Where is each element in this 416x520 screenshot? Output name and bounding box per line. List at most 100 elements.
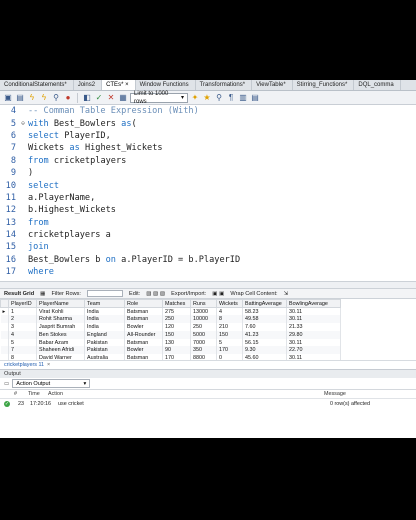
table-cell[interactable]: Pakistan bbox=[84, 338, 125, 347]
code-line[interactable]: 13 from bbox=[0, 217, 416, 229]
code-line[interactable]: 6 select PlayerID, bbox=[0, 130, 416, 142]
table-cell[interactable]: All-Rounder bbox=[124, 330, 163, 339]
export-icon[interactable]: ▣ ▣ bbox=[212, 291, 224, 297]
table-row[interactable]: 7 Shaheen Afridi Pakistan Bowler 90 350 170 9.3… bbox=[0, 346, 341, 355]
table-cell[interactable]: 30.11 bbox=[286, 338, 341, 347]
table-cell[interactable]: 30.11 bbox=[286, 307, 341, 316]
tab-7[interactable]: DQL_comma bbox=[354, 80, 401, 90]
output-type-select[interactable]: Action Output ▾ bbox=[12, 379, 91, 388]
column-header[interactable]: PlayerID bbox=[8, 299, 37, 308]
table-row[interactable]: 5 Babar Azam Pakistan Batsman 130 7000 5 56.15 3… bbox=[0, 338, 341, 347]
table-cell[interactable]: 22.70 bbox=[286, 346, 341, 355]
beautify-icon[interactable]: ✦ bbox=[190, 93, 200, 103]
find-icon[interactable]: ⚲ bbox=[214, 93, 224, 103]
cancel-icon[interactable]: ✕ bbox=[106, 93, 116, 103]
folder-icon[interactable]: ▣ bbox=[3, 93, 13, 103]
table-cell[interactable]: England bbox=[84, 330, 125, 339]
table-cell[interactable]: 250 bbox=[162, 315, 191, 324]
stop-icon[interactable]: ● bbox=[63, 93, 73, 103]
tab-0[interactable]: ConditionalStatements* bbox=[0, 80, 74, 90]
table-cell[interactable]: 170 bbox=[162, 354, 191, 360]
comment-icon[interactable]: ¶ bbox=[226, 93, 236, 103]
table-cell[interactable]: 8 bbox=[8, 354, 37, 360]
tab-1[interactable]: Joins2 bbox=[74, 80, 103, 90]
wrap-icon[interactable]: ▥ bbox=[238, 93, 248, 103]
column-header[interactable]: Role bbox=[124, 299, 163, 308]
bolt-icon[interactable]: ϟ bbox=[27, 93, 37, 103]
edit-icon[interactable]: ▧ ▧ ▧ bbox=[146, 291, 165, 297]
table-cell[interactable]: Jasprit Bumrah bbox=[36, 323, 85, 331]
table-cell[interactable]: Babar Azam bbox=[36, 338, 85, 347]
table-cell[interactable]: 30.11 bbox=[286, 354, 341, 360]
autocommit-icon[interactable]: ▦ bbox=[118, 93, 128, 103]
table-cell[interactable]: Australia bbox=[84, 354, 125, 360]
tab-5[interactable]: ViewTable* bbox=[252, 80, 293, 90]
filter-rows-input[interactable] bbox=[86, 290, 123, 297]
table-cell[interactable]: Batsman bbox=[124, 354, 163, 360]
table-cell[interactable]: 350 bbox=[190, 346, 217, 355]
code-line[interactable]: 11 a.PlayerName, bbox=[0, 192, 416, 204]
table-cell[interactable]: Ben Stokes bbox=[36, 330, 85, 339]
table-cell[interactable]: 1 bbox=[8, 307, 37, 316]
table-cell[interactable]: 90 bbox=[162, 346, 191, 355]
table-icon[interactable]: ▤ bbox=[250, 93, 260, 103]
table-cell[interactable]: 13000 bbox=[190, 307, 217, 316]
table-cell[interactable]: 29.80 bbox=[286, 330, 341, 339]
table-row[interactable]: 4 Ben Stokes England All-Rounder 150 5000 150 4… bbox=[0, 330, 341, 339]
table-cell[interactable]: 5 bbox=[216, 338, 243, 347]
column-header[interactable]: PlayerName bbox=[36, 299, 85, 308]
code-line[interactable]: 7 Wickets as Highest_Wickets bbox=[0, 142, 416, 154]
save-icon[interactable]: ▤ bbox=[15, 93, 25, 103]
table-cell[interactable]: Rohit Sharma bbox=[36, 315, 85, 324]
fold-icon[interactable]: ⊖ bbox=[18, 120, 28, 127]
table-cell[interactable]: 150 bbox=[216, 330, 243, 339]
editor-splitter[interactable] bbox=[0, 281, 416, 289]
column-header[interactable]: Runs bbox=[190, 299, 217, 308]
close-tab-icon[interactable]: × bbox=[123, 82, 129, 88]
table-cell[interactable]: 21.33 bbox=[286, 323, 341, 331]
table-cell[interactable]: 170 bbox=[216, 346, 243, 355]
table-row[interactable]: 8 David Warner Australia Batsman 170 8800 0 45.… bbox=[0, 354, 341, 360]
bolt-cursor-icon[interactable]: ϟ bbox=[39, 93, 49, 103]
table-cell[interactable]: 4 bbox=[8, 330, 37, 339]
wrap-toggle-icon[interactable]: ⇲ bbox=[284, 291, 289, 297]
code-line[interactable]: 10 select bbox=[0, 179, 416, 191]
search-icon[interactable]: ⚲ bbox=[51, 93, 61, 103]
table-cell[interactable]: Shaheen Afridi bbox=[36, 346, 85, 355]
table-cell[interactable]: 5 bbox=[8, 338, 37, 347]
table-cell[interactable]: 10000 bbox=[190, 315, 217, 324]
check-icon[interactable]: ✓ bbox=[94, 93, 104, 103]
table-cell[interactable]: 4 bbox=[216, 307, 243, 316]
code-line[interactable]: 16 Best_Bowlers b on a.PlayerID = b.Playe… bbox=[0, 254, 416, 266]
code-line[interactable]: 17 where bbox=[0, 266, 416, 278]
column-header[interactable]: BattingAverage bbox=[242, 299, 287, 308]
code-line[interactable]: 15 join bbox=[0, 241, 416, 253]
column-header[interactable]: BowlingAverage bbox=[286, 299, 341, 308]
table-cell[interactable]: 58.23 bbox=[242, 307, 287, 316]
table-cell[interactable]: Batsman bbox=[124, 315, 163, 324]
star-icon[interactable]: ★ bbox=[202, 93, 212, 103]
code-line[interactable]: 4 -- Comman Table Expression (With) bbox=[0, 105, 416, 117]
table-cell[interactable]: 49.58 bbox=[242, 315, 287, 324]
table-cell[interactable]: 2 bbox=[8, 315, 37, 324]
table-row[interactable]: 2 Rohit Sharma India Batsman 250 10000 8 49.58 3… bbox=[0, 315, 341, 324]
table-cell[interactable]: 3 bbox=[8, 323, 37, 331]
table-cell[interactable]: 45.60 bbox=[242, 354, 287, 360]
tab-6[interactable]: Stirring_Functions* bbox=[293, 80, 355, 90]
close-icon[interactable]: × bbox=[47, 362, 50, 368]
table-cell[interactable]: 275 bbox=[162, 307, 191, 316]
column-header[interactable]: Matches bbox=[162, 299, 191, 308]
code-line[interactable]: 9) bbox=[0, 167, 416, 179]
table-cell[interactable]: Virat Kohli bbox=[36, 307, 85, 316]
code-line[interactable]: 14 cricketplayers a bbox=[0, 229, 416, 241]
table-cell[interactable]: David Warner bbox=[36, 354, 85, 360]
tab-3[interactable]: Window Functions bbox=[136, 80, 196, 90]
tab-4[interactable]: Transformations* bbox=[196, 80, 253, 90]
table-cell[interactable]: 8800 bbox=[190, 354, 217, 360]
table-cell[interactable]: 120 bbox=[162, 323, 191, 331]
table-cell[interactable]: 0 bbox=[216, 354, 243, 360]
toggle-icon[interactable]: ◧ bbox=[82, 93, 92, 103]
table-cell[interactable]: 8 bbox=[216, 315, 243, 324]
table-cell[interactable]: 30.11 bbox=[286, 315, 341, 324]
table-cell[interactable]: 7000 bbox=[190, 338, 217, 347]
